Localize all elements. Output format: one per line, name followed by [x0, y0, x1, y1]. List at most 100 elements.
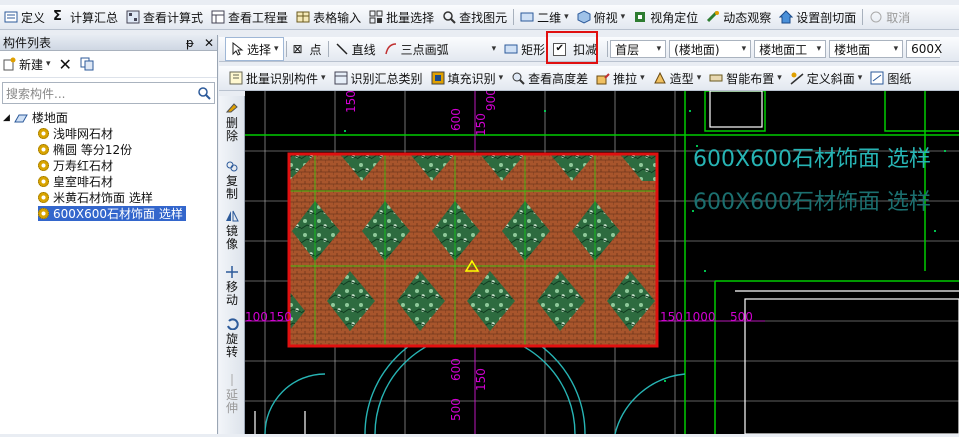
tree-item[interactable]: 皇室啡石材 [38, 174, 113, 189]
orbit-icon [706, 10, 720, 24]
cancel-button[interactable]: 取消 [865, 6, 914, 28]
dim-text: 1000 [685, 310, 716, 324]
floor-select[interactable]: 首层 ▾ [610, 40, 667, 58]
material-label-1: 600X600石材饰面 选样 [693, 147, 931, 172]
chevron-down-icon: ▾ [640, 73, 645, 83]
tree-root[interactable]: ◢ 楼地面 [3, 110, 68, 125]
chevron-down-icon: ▾ [321, 73, 326, 83]
slope-icon [790, 71, 804, 85]
house-icon [779, 10, 794, 24]
search-input[interactable]: 搜索构件... [6, 85, 65, 102]
cube-icon [577, 10, 591, 24]
cad-drawing: 600X600石材饰面 选样 600X600石材饰面 选样 150 600 15… [245, 88, 959, 435]
view-quantity-button[interactable]: 查看工程量 [207, 6, 292, 28]
toolbar-identify: 批量识别构件 ▾ 识别汇总类别 填充识别 ▾ 查看高度差 推拉 ▾ 造型 ▾ 智能布置 ▾… [219, 66, 959, 91]
chevron-down-icon: ▾ [498, 73, 504, 83]
dim-text: 150 [269, 310, 292, 324]
category-select[interactable]: (楼地面) ▾ [669, 40, 752, 58]
chevron-down-icon: ▾ [741, 44, 747, 54]
formula-icon [126, 10, 140, 24]
gear-icon [38, 192, 49, 203]
batch-identify-button[interactable]: 批量识别构件 ▾ [225, 67, 330, 89]
chevron-down-icon: ▾ [816, 44, 822, 54]
element-select[interactable]: 楼地面 ▾ [829, 40, 904, 58]
define-slope-dropdown[interactable]: 定义斜面 ▾ [786, 67, 867, 89]
collapse-icon[interactable]: ◢ [3, 113, 10, 123]
tree-item-selected[interactable]: 600X600石材饰面 选样 [38, 206, 186, 221]
tree-item[interactable]: 万寿红石材 [38, 158, 113, 173]
dim-text: 150 [474, 368, 488, 391]
tree-item[interactable]: 米黄石材饰面 选样 [38, 190, 153, 205]
section-button[interactable]: 设置剖切面 [775, 6, 860, 28]
gear-icon [38, 160, 49, 171]
floor-pattern [287, 152, 659, 348]
subtype-select[interactable]: 楼地面工 ▾ [754, 40, 827, 58]
view-locate-button[interactable]: 视角定位 [629, 6, 702, 28]
line-icon [335, 42, 349, 56]
pin-icon[interactable]: ᵽ [186, 36, 194, 50]
chevron-down-icon: ▾ [620, 12, 626, 22]
identify-summary-icon [334, 71, 348, 85]
dim-text: 150 [344, 91, 358, 113]
size-select[interactable]: 600X [906, 40, 942, 58]
search-icon[interactable] [197, 86, 211, 100]
table-input-button[interactable]: 表格输入 [292, 6, 365, 28]
modeling-icon [653, 71, 667, 85]
rotate-button[interactable]: 旋转 [221, 318, 243, 359]
mirror-button[interactable]: 镜像 [221, 210, 243, 251]
chevron-down-icon: ▾ [777, 73, 782, 83]
new-button[interactable]: 新建 ▾ [2, 53, 51, 75]
copy-icon[interactable] [80, 57, 94, 71]
modeling-dropdown[interactable]: 造型 ▾ [649, 67, 706, 89]
push-pull-dropdown[interactable]: 推拉 ▾ [592, 67, 649, 89]
separator [285, 41, 287, 57]
batch-select-button[interactable]: 批量选择 [365, 6, 438, 28]
floor-icon [14, 111, 28, 125]
fill-identify-dropdown[interactable]: 填充识别 ▾ [427, 67, 508, 89]
calc-summary-button[interactable]: Σ 计算汇总 [49, 6, 122, 28]
view-2d-dropdown[interactable]: 二维 ▾ [516, 6, 573, 28]
view-2d-icon [520, 10, 534, 24]
drawing-icon [870, 71, 884, 85]
separator [327, 41, 329, 57]
copy-button[interactable]: 复制 [221, 160, 243, 201]
component-tree: ◢ 楼地面 浅啡网石材 椭圆 等分12份 万寿红石材 皇室啡石材 米黄石材饰面 … [0, 108, 217, 228]
dynamic-observe-button[interactable]: 动态观察 [702, 6, 775, 28]
delete-button[interactable]: 删除 [221, 102, 243, 143]
delete-icon[interactable]: ✕ [59, 55, 72, 74]
panel-header: 构件列表 ᵽ ✕ [0, 35, 217, 51]
dim-text: 150 [660, 310, 683, 324]
separator [862, 9, 864, 25]
view-formula-button[interactable]: 查看计算式 [122, 6, 207, 28]
dim-text: 100 [245, 310, 268, 324]
rect-button[interactable]: 矩形 [500, 38, 549, 60]
view-height-button[interactable]: 查看高度差 [507, 67, 592, 89]
tree-item[interactable]: 椭圆 等分12份 [38, 142, 132, 157]
dim-text: 900 [484, 91, 498, 111]
find-element-button[interactable]: 查找图元 [438, 6, 511, 28]
drawing-button[interactable]: 图纸 [866, 67, 915, 89]
extend-icon [231, 374, 233, 386]
toolbar-draw: 选择 ▾ ⊠ 点 直线 三点画弧 ▾ 矩形 ✔ 扣减 首层 ▾ (楼地面) ▾ 楼地面工… [219, 31, 959, 64]
chevron-down-icon: ▾ [893, 44, 899, 54]
chevron-down-icon: ▾ [46, 59, 51, 69]
smart-layout-dropdown[interactable]: 智能布置 ▾ [705, 67, 786, 89]
top-view-dropdown[interactable]: 俯视 ▾ [573, 6, 630, 28]
identify-summary-button[interactable]: 识别汇总类别 [330, 67, 427, 89]
search-box[interactable]: 搜索构件... [2, 82, 215, 104]
line-button[interactable]: 直线 [331, 38, 380, 60]
cad-canvas[interactable]: 600X600石材饰面 选样 600X600石材饰面 选样 150 600 15… [245, 88, 959, 435]
close-icon[interactable]: ✕ [204, 36, 214, 50]
move-button[interactable]: 移动 [221, 266, 243, 307]
extend-button[interactable]: 延伸 [221, 374, 243, 415]
tree-item[interactable]: 浅啡网石材 [38, 126, 113, 141]
panel-title: 构件列表 [3, 36, 52, 50]
locate-icon [633, 10, 647, 24]
define-button[interactable]: 定义 [0, 6, 49, 28]
batch-identify-icon [229, 71, 243, 85]
select-dropdown[interactable]: 选择 ▾ [225, 37, 284, 61]
point-button[interactable]: ⊠ 点 [289, 38, 326, 60]
chevron-down-icon: ▾ [857, 73, 863, 83]
arc-dropdown[interactable]: 三点画弧 ▾ [380, 38, 501, 60]
deduct-checkbox[interactable]: ✔ 扣减 [546, 31, 601, 64]
